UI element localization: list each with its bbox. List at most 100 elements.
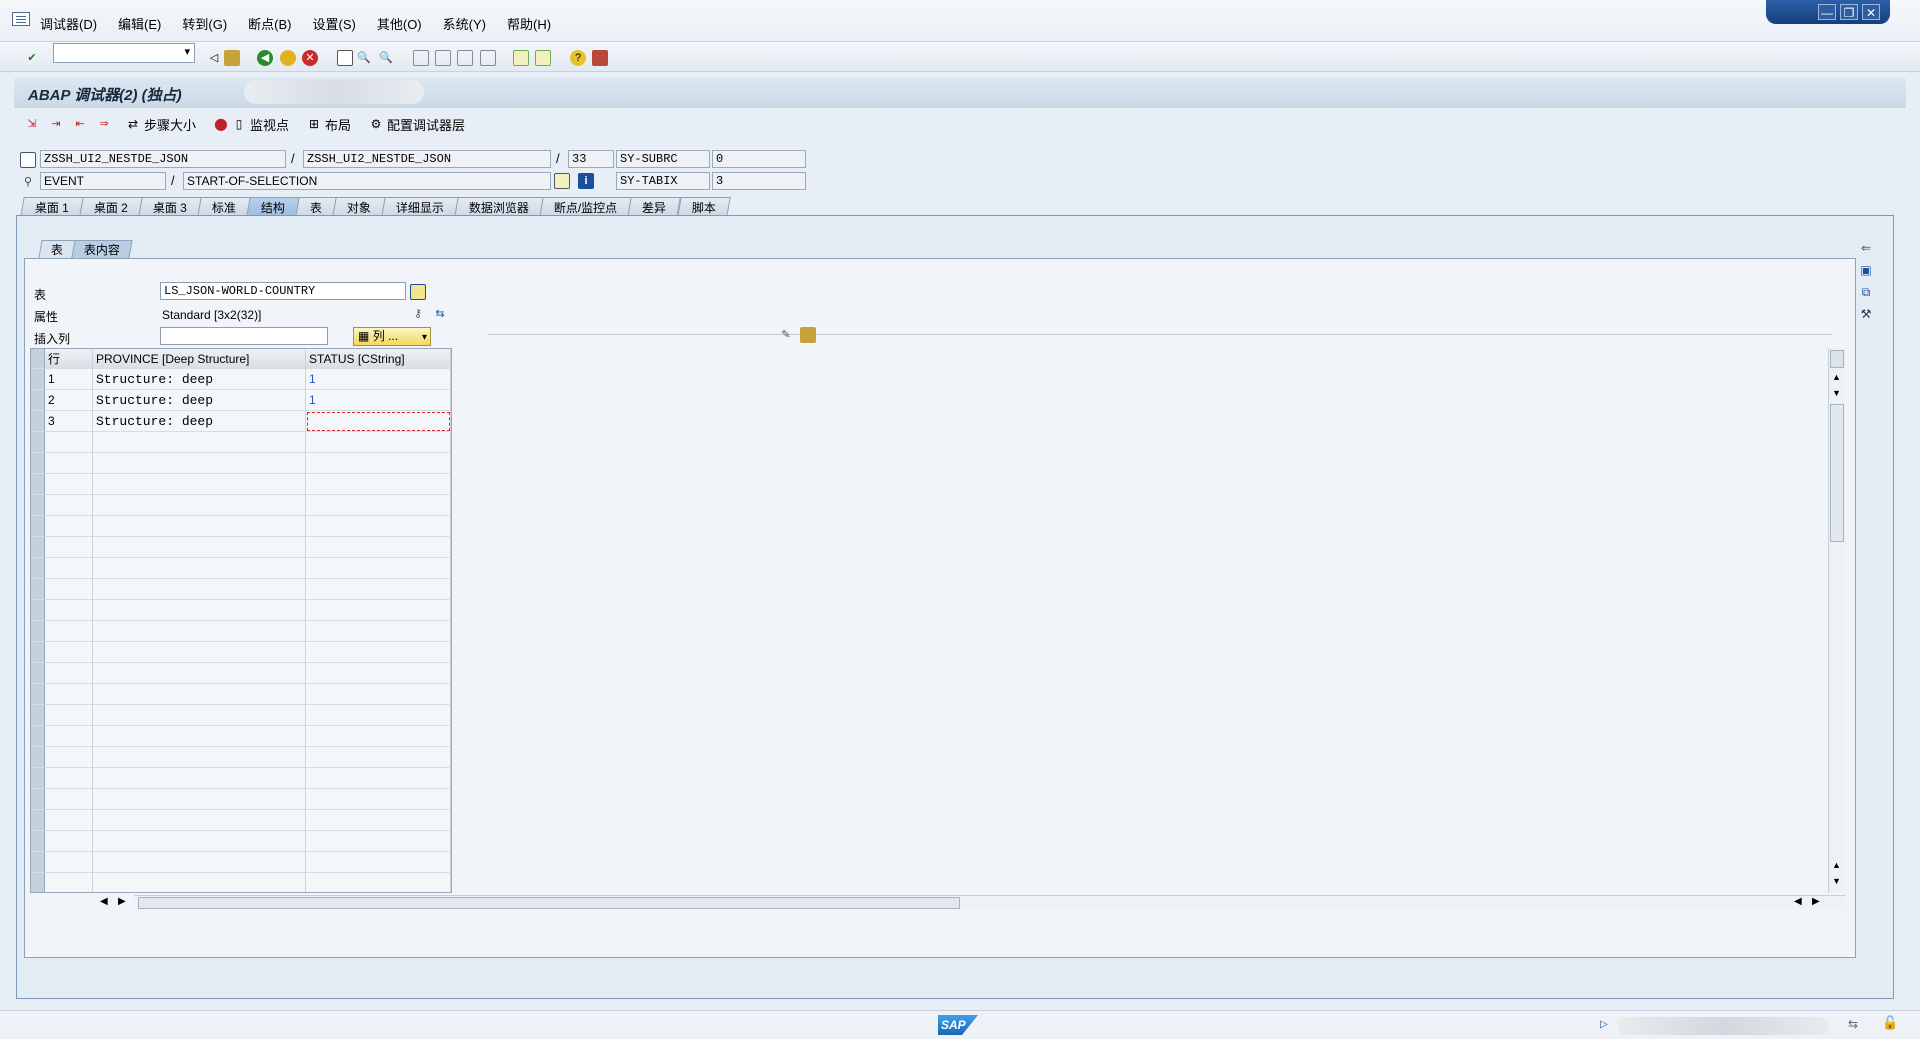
single-step-icon[interactable]: ⇲: [24, 117, 40, 131]
tab-details[interactable]: 详细显示: [381, 197, 459, 217]
include-program-field[interactable]: ZSSH_UI2_NESTDE_JSON: [303, 150, 551, 168]
tab-breakpoints[interactable]: 断点/监控点: [539, 197, 633, 217]
scroll-left-icon[interactable]: ◀: [100, 896, 108, 907]
row-selector[interactable]: [31, 516, 45, 537]
column-header[interactable]: 行: [45, 349, 93, 369]
back-green-arrow-icon[interactable]: ⇐: [1858, 240, 1874, 256]
new-tool-icon[interactable]: ▣: [1858, 262, 1874, 278]
tab-desktop-1[interactable]: 桌面 1: [20, 197, 84, 217]
row-selector[interactable]: [31, 411, 45, 432]
row-selector[interactable]: [31, 621, 45, 642]
sy-tabix-value[interactable]: 3: [712, 172, 806, 190]
previous-page-icon[interactable]: [435, 50, 451, 66]
select-all-cell[interactable]: [31, 349, 45, 369]
menu-settings[interactable]: 设置(S): [313, 14, 356, 33]
configure-layer-button[interactable]: ⚙ 配置调试器层: [369, 115, 465, 134]
table-cell-status[interactable]: [306, 411, 451, 432]
first-page-icon[interactable]: [413, 50, 429, 66]
sy-subrc-value[interactable]: 0: [712, 150, 806, 168]
row-selector[interactable]: [31, 726, 45, 747]
row-selector[interactable]: [31, 873, 45, 892]
window-menu-icon[interactable]: [12, 12, 30, 26]
scroll-up-icon[interactable]: ▲: [1832, 860, 1841, 870]
row-selector[interactable]: [31, 390, 45, 411]
layout-button[interactable]: ⊞ 布局: [307, 115, 351, 134]
new-session-icon[interactable]: [513, 50, 529, 66]
tab-tables[interactable]: 表: [295, 197, 337, 217]
cancel-icon[interactable]: ✕: [302, 50, 318, 66]
scroll-top-button[interactable]: [1830, 350, 1844, 368]
next-page-icon[interactable]: [457, 50, 473, 66]
key-icon[interactable]: ⚷: [410, 306, 426, 322]
step-size-button[interactable]: ⇄ 步骤大小: [126, 115, 196, 134]
change-value-icon[interactable]: ✎: [778, 327, 794, 343]
scroll-right-icon[interactable]: ▶: [118, 896, 126, 907]
menu-breakpoints[interactable]: 断点(B): [248, 14, 291, 33]
scroll-down-icon[interactable]: ▼: [1832, 388, 1841, 398]
menu-other[interactable]: 其他(O): [377, 14, 422, 33]
event-type-field[interactable]: EVENT: [40, 172, 166, 190]
display-source-icon[interactable]: [554, 173, 570, 189]
row-selector[interactable]: [31, 705, 45, 726]
navigate-icon[interactable]: ⇆: [432, 306, 448, 322]
expand-status-icon[interactable]: ▷: [1600, 1019, 1608, 1030]
scroll-thumb[interactable]: [138, 897, 960, 909]
row-selector[interactable]: [31, 852, 45, 873]
subtab-table[interactable]: 表: [38, 240, 76, 258]
watchpoint-button[interactable]: ⬤ ▯ 监视点: [214, 115, 289, 134]
table-cell-status[interactable]: 1: [306, 390, 451, 411]
row-selector[interactable]: [31, 369, 45, 390]
table-cell-status[interactable]: 1: [306, 369, 451, 390]
menu-system[interactable]: 系统(Y): [443, 14, 486, 33]
back-icon[interactable]: ◀: [257, 50, 273, 66]
services-icon[interactable]: ⚒: [1858, 306, 1874, 322]
customize-layout-icon[interactable]: [592, 50, 608, 66]
help-icon[interactable]: ?: [570, 50, 586, 66]
row-selector[interactable]: [31, 810, 45, 831]
find-next-icon[interactable]: 🔍: [378, 50, 394, 66]
main-program-field[interactable]: ZSSH_UI2_NESTDE_JSON: [40, 150, 286, 168]
menu-edit[interactable]: 编辑(E): [118, 14, 161, 33]
last-page-icon[interactable]: [480, 50, 496, 66]
tab-objects[interactable]: 对象: [332, 197, 386, 217]
shortcut-icon[interactable]: [535, 50, 551, 66]
back-arrow-icon[interactable]: ◁: [206, 50, 222, 66]
command-field[interactable]: [53, 43, 195, 63]
row-selector[interactable]: [31, 579, 45, 600]
close-button[interactable]: ✕: [1862, 4, 1880, 20]
row-selector[interactable]: [31, 495, 45, 516]
minimize-button[interactable]: —: [1818, 4, 1836, 20]
table-display-icon[interactable]: [410, 284, 426, 300]
row-selector[interactable]: [31, 831, 45, 852]
save-table-icon[interactable]: [800, 327, 816, 343]
table-name-input[interactable]: LS_JSON-WORLD-COUNTRY: [160, 282, 406, 300]
save-icon[interactable]: [224, 50, 240, 66]
insert-column-input[interactable]: [160, 327, 328, 345]
row-selector[interactable]: [31, 537, 45, 558]
row-selector[interactable]: [31, 768, 45, 789]
vertical-scrollbar[interactable]: ▲ ▼ ▲ ▼: [1828, 348, 1845, 893]
column-header[interactable]: PROVINCE [Deep Structure]: [93, 349, 306, 369]
row-selector[interactable]: [31, 558, 45, 579]
subtab-table-contents[interactable]: 表内容: [71, 240, 133, 258]
scroll-up-icon[interactable]: ▲: [1832, 372, 1841, 382]
enter-check-icon[interactable]: ✔: [24, 50, 40, 66]
row-selector[interactable]: [31, 642, 45, 663]
exit-icon[interactable]: [280, 50, 296, 66]
row-selector[interactable]: [31, 453, 45, 474]
row-selector[interactable]: [31, 747, 45, 768]
row-selector[interactable]: [31, 600, 45, 621]
row-selector[interactable]: [31, 684, 45, 705]
menu-help[interactable]: 帮助(H): [507, 14, 551, 33]
replace-tool-icon[interactable]: ⧉: [1858, 284, 1874, 300]
scroll-left-icon[interactable]: ◀: [1794, 896, 1802, 907]
row-selector[interactable]: [31, 789, 45, 810]
column-header[interactable]: STATUS [CString]: [306, 349, 451, 369]
tab-structures[interactable]: 结构: [246, 197, 300, 217]
continue-icon[interactable]: ⇒: [96, 117, 112, 131]
tab-data-explorer[interactable]: 数据浏览器: [454, 197, 544, 217]
restore-button[interactable]: ❐: [1840, 4, 1858, 20]
columns-button[interactable]: ▦ 列 ...: [353, 327, 431, 346]
horizontal-scrollbar[interactable]: [134, 895, 1846, 910]
execute-step-icon[interactable]: ⇥: [48, 117, 64, 131]
